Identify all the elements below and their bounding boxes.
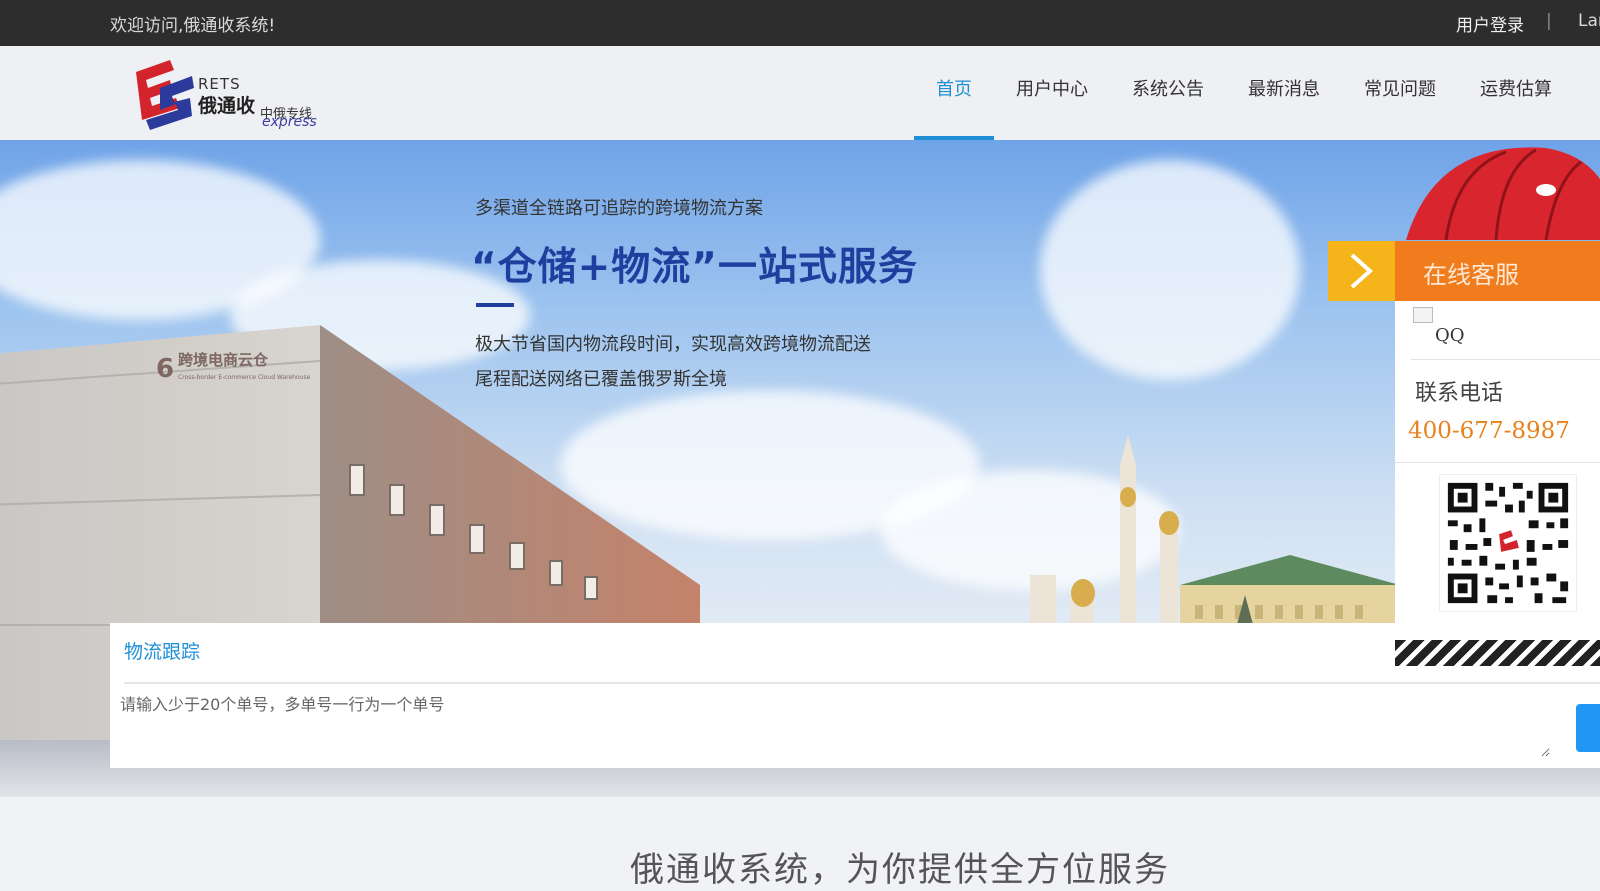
building-sign-en: Cross-border E-commerce Cloud Warehouse: [178, 374, 311, 381]
nav-item-faq[interactable]: 常见问题: [1342, 46, 1458, 140]
login-link[interactable]: 用户登录: [1456, 11, 1524, 36]
nav-item-news[interactable]: 最新消息: [1226, 46, 1342, 140]
nav-item-announcements[interactable]: 系统公告: [1110, 46, 1226, 140]
top-bar: 欢迎访问,俄通收系统! 用户登录 | Lan: [0, 0, 1600, 46]
qq-alt-text: QQ: [1435, 325, 1465, 346]
welcome-text: 欢迎访问,俄通收系统!: [110, 16, 276, 36]
logo-mark-icon: [136, 60, 194, 130]
cloud-decoration: [1040, 160, 1300, 380]
service-footer-stripes: [1395, 640, 1600, 666]
header: RETS 俄通收 中俄专线 express 首页 用户中心 系统公告 最新消息 …: [0, 46, 1600, 140]
logo-express: express: [262, 114, 317, 130]
building-sign: 跨境电商云仓: [178, 351, 269, 369]
tracking-submit-button[interactable]: [1576, 704, 1600, 752]
banner-subtitle: 多渠道全链路可追踪的跨境物流方案: [475, 198, 763, 219]
logo-name: 俄通收: [198, 95, 256, 117]
language-link[interactable]: Lan: [1578, 11, 1600, 31]
parachute-icon: [1406, 147, 1600, 240]
nav-item-user-center[interactable]: 用户中心: [994, 46, 1110, 140]
building-number: 6: [156, 354, 174, 384]
nav-item-freight-estimate[interactable]: 运费估算: [1458, 46, 1574, 140]
main-nav: 首页 用户中心 系统公告 最新消息 常见问题 运费估算: [914, 46, 1574, 140]
tel-label: 联系电话: [1415, 381, 1504, 406]
banner-description-2: 尾程配送网络已覆盖俄罗斯全境: [475, 369, 727, 390]
chevron-right-icon: [1350, 253, 1374, 289]
tracking-title: 物流跟踪: [124, 641, 201, 663]
service-divider: [1411, 359, 1600, 360]
site-logo[interactable]: RETS 俄通收 中俄专线 express: [130, 58, 330, 134]
banner-title-underline: [476, 303, 514, 307]
tracking-number-input[interactable]: [120, 691, 1550, 757]
tracking-divider: [124, 682, 1600, 684]
banner-description-1: 极大节省国内物流段时间，实现高效跨境物流配送: [475, 334, 871, 355]
banner-title: “仓储+物流”一站式服务: [471, 245, 918, 290]
service-body: QQ 联系电话 400-677-8987: [1395, 301, 1600, 640]
service-divider: [1395, 462, 1600, 463]
online-service-widget: 在线客服 QQ 联系电话 400-677-8987: [1328, 140, 1600, 666]
qr-code-icon: [1439, 474, 1577, 612]
qq-contact-link[interactable]: QQ: [1413, 311, 1465, 346]
topbar-separator: |: [1546, 11, 1552, 31]
tel-number[interactable]: 400-677-8987: [1408, 418, 1570, 444]
service-title: 在线客服: [1395, 241, 1600, 301]
section-title: 俄通收系统，为你提供全方位服务: [630, 850, 1170, 890]
service-toggle-button[interactable]: [1328, 241, 1395, 301]
nav-item-home[interactable]: 首页: [914, 46, 994, 140]
